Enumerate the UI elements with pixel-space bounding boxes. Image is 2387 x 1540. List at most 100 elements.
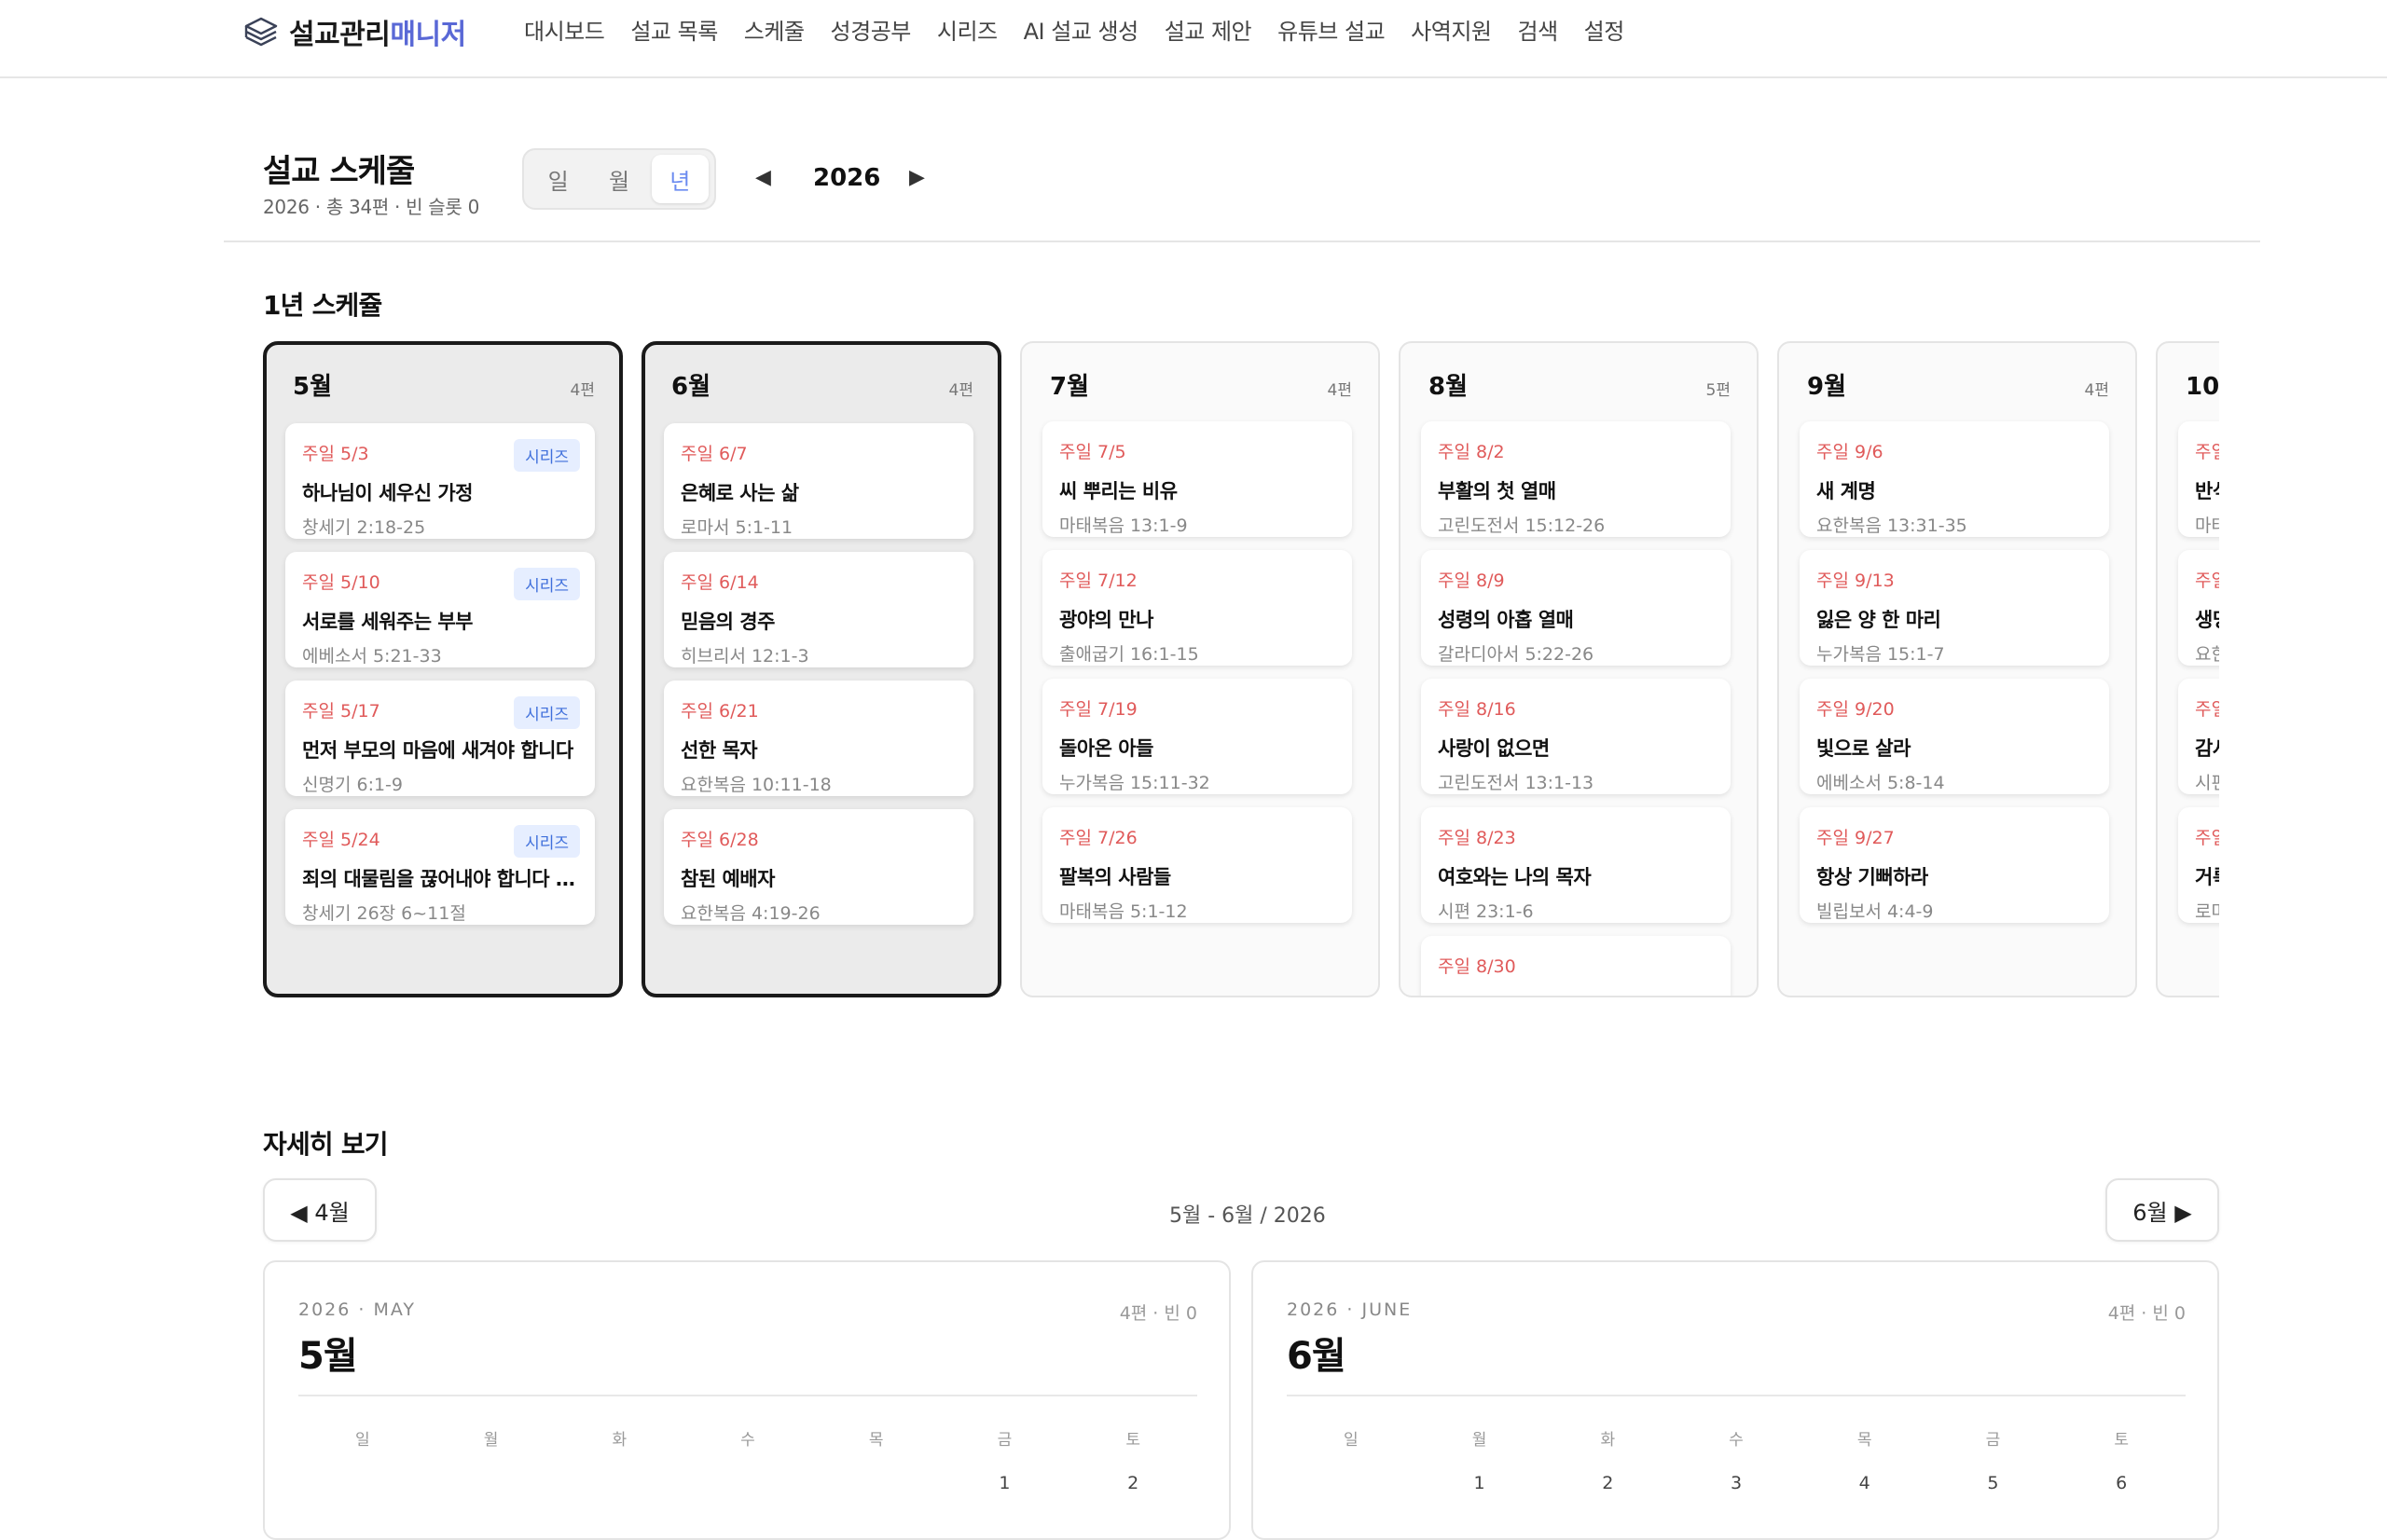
view-month-button[interactable]: 월 xyxy=(590,155,647,203)
nav-schedule[interactable]: 스케줄 xyxy=(744,13,805,46)
calendar-day[interactable]: 1 xyxy=(1415,1473,1544,1493)
weekday-sat: 토 xyxy=(1125,1431,1140,1450)
sermon-scripture: 요한복음 13:31-35 xyxy=(1816,516,1967,536)
prev-year-button[interactable]: ◀ xyxy=(755,166,771,189)
sermon-card[interactable]: 주일생명요한 xyxy=(2178,550,2219,666)
sermon-date: 주일 6/28 xyxy=(681,830,759,850)
app-logo[interactable]: 설교관리매니저 xyxy=(241,9,466,54)
sermon-card[interactable]: 주일 5/17 먼저 부모의 마음에 새겨야 합니다 신명기 6:1-9 시리즈 xyxy=(285,681,595,796)
month-panel-may: 2026 · MAY 4편 · 빈 0 5월 일 월 화 수 목 금 토 1 2 xyxy=(263,1260,1231,1540)
sermon-title: 사랑이 없으면 xyxy=(1438,737,1550,760)
sermon-card[interactable]: 주일감사시편 xyxy=(2178,679,2219,794)
month-column[interactable]: 8월 5편 주일 8/2 부활의 첫 열매 고린도전서 15:12-26 주일 8/9 성령… xyxy=(1399,341,1759,997)
nav-ai-sermon[interactable]: AI 설교 생성 xyxy=(1024,13,1139,46)
sermon-card[interactable]: 주일 8/9 성령의 아홉 열매 갈라디아서 5:22-26 xyxy=(1421,550,1731,666)
calendar-day[interactable]: 3 xyxy=(1672,1473,1801,1493)
sermon-card[interactable]: 주일 9/13 잃은 양 한 마리 누가복음 15:1-7 xyxy=(1800,550,2109,666)
sermon-scripture: 로마서 5:1-11 xyxy=(681,517,793,538)
sermon-title: 선한 목자 xyxy=(681,739,758,762)
panel-month-title: 6월 xyxy=(1287,1335,1346,1378)
sermon-date: 주일 xyxy=(2195,699,2219,720)
sermon-card[interactable]: 주일 6/21 선한 목자 요한복음 10:11-18 xyxy=(664,681,973,796)
month-column[interactable]: 7월 4편 주일 7/5 씨 뿌리는 비유 마태복음 13:1-9 주일 7/12 광야의 … xyxy=(1020,341,1380,997)
sermon-scripture: 누가복음 15:1-7 xyxy=(1816,644,1945,665)
sermon-card[interactable]: 주일 9/20 빛으로 살라 에베소서 5:8-14 xyxy=(1800,679,2109,794)
month-column[interactable]: 5월 4편 주일 5/3 하나님이 세우신 가정 창세기 2:18-25 시리즈주일 5/… xyxy=(263,341,623,997)
nav-bible-study[interactable]: 성경공부 xyxy=(831,13,912,46)
sermon-date: 주일 9/27 xyxy=(1816,828,1895,848)
sermon-card[interactable]: 주일 7/19 돌아온 아들 누가복음 15:11-32 xyxy=(1042,679,1352,794)
month-column-header: 5월 4편 xyxy=(267,345,619,423)
sermon-date: 주일 6/14 xyxy=(681,572,759,593)
sermon-date: 주일 9/6 xyxy=(1816,442,1883,462)
calendar-day[interactable]: 2 xyxy=(1069,1473,1197,1493)
nav-sermon-suggest[interactable]: 설교 제안 xyxy=(1165,13,1252,46)
sermon-scripture: 시편 23:1-6 xyxy=(1438,901,1534,922)
calendar-week-row: 1 2 3 4 5 6 xyxy=(1287,1473,2186,1493)
sermon-card[interactable]: 주일 6/28 참된 예배자 요한복음 4:19-26 xyxy=(664,809,973,925)
calendar-day[interactable]: 2 xyxy=(1543,1473,1672,1493)
month-columns-scroller[interactable]: 5월 4편 주일 5/3 하나님이 세우신 가정 창세기 2:18-25 시리즈주일 5/… xyxy=(263,341,2219,999)
nav-settings[interactable]: 설정 xyxy=(1584,13,1625,46)
calendar-day[interactable] xyxy=(683,1473,812,1493)
sermon-card[interactable]: 주일 8/16 사랑이 없으면 고린도전서 13:1-13 xyxy=(1421,679,1731,794)
sermon-card[interactable]: 주일 7/26 팔복의 사람들 마태복음 5:1-12 xyxy=(1042,807,1352,923)
nav-sermon-list[interactable]: 설교 목록 xyxy=(630,13,718,46)
month-column-header: 6월 4편 xyxy=(645,345,998,423)
weekday-sun: 일 xyxy=(355,1431,370,1450)
sermon-card[interactable]: 주일 5/10 서로를 세워주는 부부 에베소서 5:21-33 시리즈 xyxy=(285,552,595,667)
panel-month-title: 5월 xyxy=(298,1335,358,1378)
sermon-card[interactable]: 주일 8/2 부활의 첫 열매 고린도전서 15:12-26 xyxy=(1421,421,1731,537)
month-column[interactable]: 10월주일반석마태주일생명요한주일감사시편주일거룩로마 xyxy=(2156,341,2219,997)
sermon-title: 믿음의 경주 xyxy=(681,611,775,633)
calendar-day[interactable] xyxy=(555,1473,683,1493)
sermon-card[interactable]: 주일 5/24 죄의 대물림을 끊어내야 합니다 (... 창세기 26장 6~11… xyxy=(285,809,595,925)
nav-dashboard[interactable]: 대시보드 xyxy=(524,13,605,46)
sermon-card[interactable]: 주일 5/3 하나님이 세우신 가정 창세기 2:18-25 시리즈 xyxy=(285,423,595,539)
panel-stats: 4편 · 빈 0 xyxy=(1119,1303,1197,1324)
calendar-day[interactable]: 1 xyxy=(941,1473,1069,1493)
next-month-button[interactable]: 6월 ▶ xyxy=(2105,1178,2219,1242)
month-column[interactable]: 9월 4편 주일 9/6 새 계명 요한복음 13:31-35 주일 9/13 잃은 양 한… xyxy=(1777,341,2137,997)
view-day-button[interactable]: 일 xyxy=(530,155,586,203)
sermon-card[interactable]: 주일 6/14 믿음의 경주히브리서 12:1-3 xyxy=(664,552,973,667)
calendar-day[interactable]: 4 xyxy=(1801,1473,1929,1493)
prev-month-button[interactable]: ◀ 4월 xyxy=(263,1178,377,1242)
view-year-button[interactable]: 년 xyxy=(651,155,709,203)
nav-ministry-support[interactable]: 사역지원 xyxy=(1411,13,1492,46)
sermon-card[interactable]: 주일 6/7 은혜로 사는 삶 로마서 5:1-11 xyxy=(664,423,973,539)
panel-eyebrow: 2026 · JUNE xyxy=(1287,1299,1413,1320)
sermon-title: 새 계명 xyxy=(1816,480,1876,502)
sermon-date: 주일 8/2 xyxy=(1438,442,1505,462)
sermon-date: 주일 6/7 xyxy=(681,444,748,464)
page-subtitle: 2026 · 총 34편 · 빈 슬롯 0 xyxy=(263,196,479,218)
next-year-button[interactable]: ▶ xyxy=(909,166,925,189)
sermon-card[interactable]: 주일거룩로마 xyxy=(2178,807,2219,923)
sermon-card[interactable]: 주일 8/23 여호와는 나의 목자 시편 23:1-6 xyxy=(1421,807,1731,923)
calendar-day[interactable]: 5 xyxy=(1929,1473,2058,1493)
sermon-card[interactable]: 주일 8/30 xyxy=(1421,936,1731,996)
top-navigation-bar: 설교관리매니저 대시보드 설교 목록 스케줄 성경공부 시리즈 AI 설교 생성… xyxy=(0,0,2387,78)
calendar-day[interactable] xyxy=(298,1473,427,1493)
nav-search[interactable]: 검색 xyxy=(1518,13,1559,46)
calendar-day[interactable]: 6 xyxy=(2057,1473,2186,1493)
month-sermon-count: 4편 xyxy=(948,381,973,400)
sermon-card[interactable]: 주일 7/5 씨 뿌리는 비유 마태복음 13:1-9 xyxy=(1042,421,1352,537)
sermon-card[interactable]: 주일 9/6 새 계명요한복음 13:31-35 xyxy=(1800,421,2109,537)
main-nav: 대시보드 설교 목록 스케줄 성경공부 시리즈 AI 설교 생성 설교 제안 유… xyxy=(524,13,1624,46)
weekday-sun: 일 xyxy=(1344,1431,1359,1450)
sermon-card[interactable]: 주일반석마태 xyxy=(2178,421,2219,537)
nav-youtube-sermon[interactable]: 유튜브 설교 xyxy=(1277,13,1386,46)
sermon-date: 주일 xyxy=(2195,828,2219,848)
sermon-card[interactable]: 주일 7/12 광야의 만나 출애굽기 16:1-15 xyxy=(1042,550,1352,666)
nav-series[interactable]: 시리즈 xyxy=(937,13,998,46)
sermon-scripture: 히브리서 12:1-3 xyxy=(681,646,809,667)
calendar-day[interactable] xyxy=(1287,1473,1415,1493)
sermon-title: 반석 xyxy=(2195,480,2219,502)
calendar-day[interactable] xyxy=(427,1473,556,1493)
sermon-date: 주일 8/16 xyxy=(1438,699,1516,720)
calendar-day[interactable] xyxy=(812,1473,941,1493)
month-column[interactable]: 6월 4편 주일 6/7 은혜로 사는 삶 로마서 5:1-11 주일 6/14 믿음의 경… xyxy=(642,341,1001,997)
detail-range-label: 5월 - 6월 / 2026 xyxy=(1169,1204,1326,1228)
sermon-card[interactable]: 주일 9/27 항상 기뻐하라 빌립보서 4:4-9 xyxy=(1800,807,2109,923)
